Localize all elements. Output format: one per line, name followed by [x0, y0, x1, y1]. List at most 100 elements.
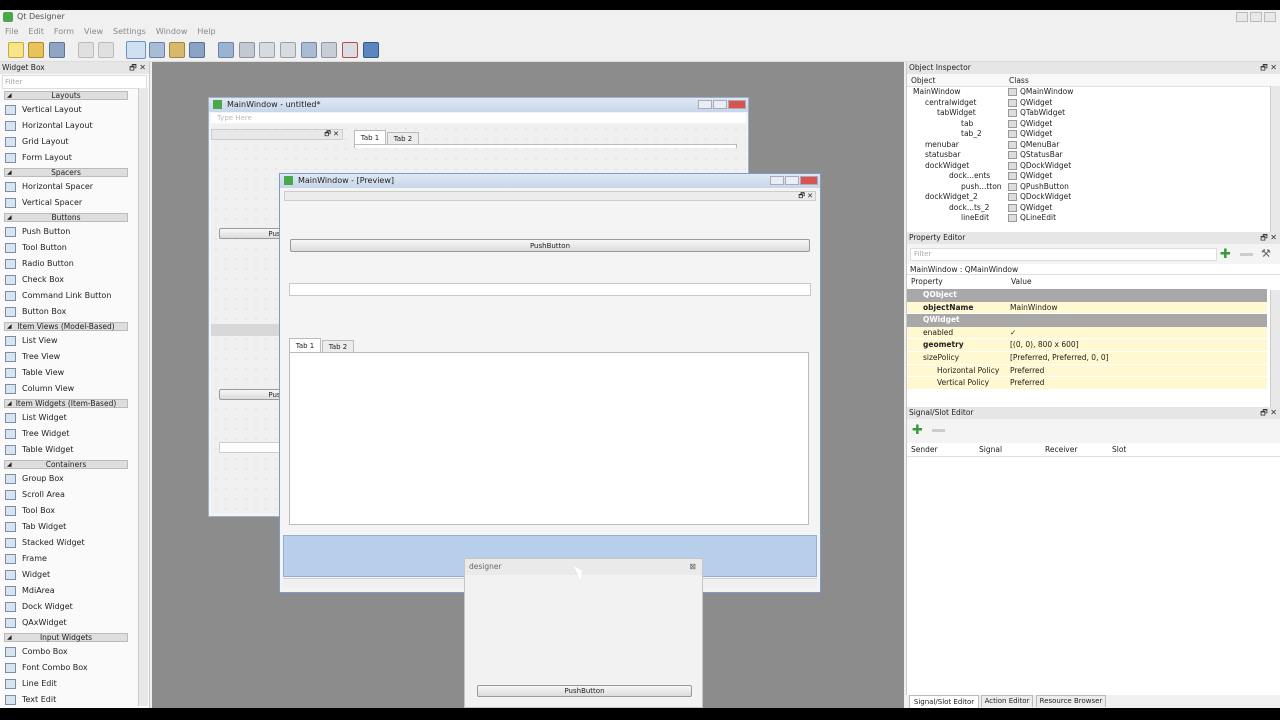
layout-grid-icon[interactable] — [301, 42, 317, 58]
header-property[interactable]: Property — [911, 277, 943, 286]
widget-category-spacers[interactable]: ◢ Spacers — [4, 168, 128, 177]
header-slot[interactable]: Slot — [1112, 443, 1126, 457]
expand-arrow-icon[interactable]: ◢ — [7, 214, 12, 221]
widget-item-line-edit[interactable]: Line Edit — [0, 676, 138, 692]
paste-icon[interactable] — [98, 42, 114, 58]
edit-buddies-icon[interactable] — [169, 42, 185, 58]
widget-item-push-button[interactable]: Push Button — [0, 224, 138, 240]
widget-box-filter-input[interactable]: Filter — [2, 75, 147, 89]
preview-push-button[interactable]: PushButton — [290, 239, 810, 252]
tab-resource-browser[interactable]: Resource Browser — [1036, 695, 1106, 707]
object-row-dock-ts-2[interactable]: dock...ts_2 QWidget — [907, 203, 1280, 214]
property-value[interactable]: MainWindow — [1010, 302, 1057, 315]
edit-signals-icon[interactable] — [149, 42, 165, 58]
property-row-vertical-policy[interactable]: Vertical Policy Preferred — [907, 377, 1267, 389]
close-icon[interactable] — [728, 100, 746, 109]
object-row-statusbar[interactable]: statusbar QStatusBar — [907, 150, 1280, 161]
maximize-icon[interactable] — [713, 100, 727, 109]
property-row-qobject[interactable]: QObject — [907, 289, 1267, 302]
widget-item-form-layout[interactable]: Form Layout — [0, 150, 138, 166]
property-value[interactable]: Preferred — [1010, 377, 1044, 389]
minimize-icon[interactable] — [698, 100, 712, 109]
remove-connection-icon[interactable] — [932, 429, 945, 432]
widget-item-check-box[interactable]: Check Box — [0, 272, 138, 288]
widget-item-font-combo-box[interactable]: Font Combo Box — [0, 660, 138, 676]
widget-category-item-widgets-item-based[interactable]: ◢ Item Widgets (Item-Based) — [4, 399, 128, 408]
widget-item-vertical-spacer[interactable]: Vertical Spacer — [0, 195, 138, 211]
widget-category-buttons[interactable]: ◢ Buttons — [4, 213, 128, 222]
menu-form[interactable]: Form — [49, 25, 79, 38]
maximize-icon[interactable] — [785, 176, 799, 185]
object-row-dockwidget-2[interactable]: dockWidget_2 QDockWidget — [907, 192, 1280, 203]
form-tab-2[interactable]: Tab 2 — [387, 132, 419, 144]
property-value[interactable]: ✓ — [1010, 327, 1016, 340]
widget-item-mdiarea[interactable]: MdiArea — [0, 583, 138, 599]
object-row-centralwidget[interactable]: centralwidget QWidget — [907, 98, 1280, 109]
widget-item-grid-layout[interactable]: Grid Layout — [0, 134, 138, 150]
widget-item-tool-button[interactable]: Tool Button — [0, 240, 138, 256]
expand-arrow-icon[interactable]: ◢ — [7, 92, 12, 99]
widget-item-list-view[interactable]: List View — [0, 333, 138, 349]
break-layout-icon[interactable] — [342, 42, 358, 58]
widget-category-containers[interactable]: ◢ Containers — [4, 460, 128, 469]
widget-item-horizontal-spacer[interactable]: Horizontal Spacer — [0, 179, 138, 195]
form-menubar-type-here[interactable]: Type Here — [211, 113, 746, 123]
widget-item-scroll-area[interactable]: Scroll Area — [0, 487, 138, 503]
menu-view[interactable]: View — [79, 25, 108, 38]
expand-arrow-icon[interactable]: ◢ — [7, 461, 12, 468]
object-row-menubar[interactable]: menubar QMenuBar — [907, 140, 1280, 151]
header-sender[interactable]: Sender — [911, 443, 938, 457]
object-row-tab-2[interactable]: tab_2 QWidget — [907, 129, 1280, 140]
preview-line-edit[interactable] — [289, 283, 811, 296]
widget-item-vertical-layout[interactable]: Vertical Layout — [0, 102, 138, 118]
dock-float-close-icons[interactable]: 🗗 ✕ — [1260, 232, 1277, 244]
widget-item-tree-widget[interactable]: Tree Widget — [0, 426, 138, 442]
expand-arrow-icon[interactable]: ◢ — [7, 634, 12, 641]
property-filter-input[interactable]: Filter — [910, 248, 1217, 261]
floating-dock-push-button[interactable]: PushButton — [477, 685, 692, 697]
widget-item-combo-box[interactable]: Combo Box — [0, 644, 138, 660]
property-row-enabled[interactable]: enabled ✓ — [907, 326, 1267, 340]
preview-window[interactable]: MainWindow - [Preview] 🗗 ✕ PushButton Ta… — [279, 173, 821, 593]
widget-item-tab-widget[interactable]: Tab Widget — [0, 519, 138, 535]
menu-file[interactable]: File — [0, 25, 23, 38]
widget-item-command-link-button[interactable]: Command Link Button — [0, 288, 138, 304]
header-class[interactable]: Class — [1009, 74, 1029, 87]
object-row-mainwindow[interactable]: MainWindow QMainWindow — [907, 87, 1280, 98]
expand-arrow-icon[interactable]: ◢ — [7, 400, 12, 407]
object-row-tab[interactable]: tab QWidget — [907, 119, 1280, 130]
add-dynamic-property-icon[interactable]: ✚ — [1220, 248, 1231, 261]
widget-item-column-view[interactable]: Column View — [0, 381, 138, 397]
new-icon[interactable] — [8, 42, 24, 58]
save-icon[interactable] — [49, 42, 65, 58]
widget-item-tree-view[interactable]: Tree View — [0, 349, 138, 365]
property-row-objectname[interactable]: objectName MainWindow — [907, 301, 1267, 315]
object-row-lineedit[interactable]: lineEdit QLineEdit — [907, 213, 1280, 224]
layout-horizontal-splitter-icon[interactable] — [259, 42, 275, 58]
object-inspector-scrollbar[interactable] — [1270, 86, 1280, 232]
dock-close-icon[interactable]: ⊠ — [689, 559, 696, 575]
object-row-push-tton[interactable]: push...tton QPushButton — [907, 182, 1280, 193]
widget-item-widget[interactable]: Widget — [0, 567, 138, 583]
widget-item-table-view[interactable]: Table View — [0, 365, 138, 381]
widget-item-frame[interactable]: Frame — [0, 551, 138, 567]
widget-item-button-box[interactable]: Button Box — [0, 304, 138, 320]
header-receiver[interactable]: Receiver — [1045, 443, 1077, 457]
configure-wrench-icon[interactable]: ⚒ — [1261, 247, 1271, 260]
widget-category-input-widgets[interactable]: ◢ Input Widgets — [4, 633, 128, 642]
close-icon[interactable] — [1264, 12, 1276, 22]
widget-item-list-widget[interactable]: List Widget — [0, 410, 138, 426]
property-row-sizepolicy[interactable]: sizePolicy [Preferred, Preferred, 0, 0] — [907, 351, 1267, 365]
dock-float-close-icons[interactable]: 🗗 ✕ — [1260, 407, 1277, 419]
widget-item-table-widget[interactable]: Table Widget — [0, 442, 138, 458]
widget-item-tool-box[interactable]: Tool Box — [0, 503, 138, 519]
header-signal[interactable]: Signal — [979, 443, 1002, 457]
maximize-icon[interactable] — [1250, 12, 1262, 22]
form-tab-1[interactable]: Tab 1 — [354, 130, 386, 144]
property-value[interactable]: [(0, 0), 800 x 600] — [1010, 339, 1079, 352]
menu-settings[interactable]: Settings — [108, 25, 151, 38]
widget-item-radio-button[interactable]: Radio Button — [0, 256, 138, 272]
widget-box-scrollbar[interactable] — [138, 88, 148, 706]
property-row-geometry[interactable]: geometry [(0, 0), 800 x 600] — [907, 339, 1267, 352]
open-icon[interactable] — [28, 42, 44, 58]
